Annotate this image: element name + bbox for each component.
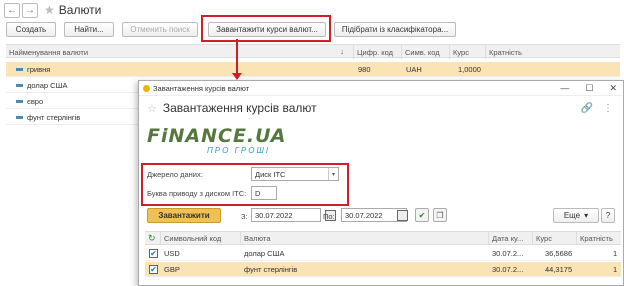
col-digital[interactable]: Цифр. код xyxy=(354,45,402,59)
cell-rate: 36,5686 xyxy=(545,249,573,258)
cell-name: долар США xyxy=(27,80,68,90)
col-date[interactable]: Дата ку... xyxy=(489,232,533,244)
cell-name: фунт стерлінгів xyxy=(27,112,81,122)
source-value: Диск ITC xyxy=(255,169,286,179)
sort-arrow-icon: ↓ xyxy=(340,47,344,56)
load-button[interactable]: Завантажити xyxy=(147,208,221,223)
table-row[interactable]: ✔ GBP фунт стерлінгів 30.07.2... 44,3175… xyxy=(145,262,621,277)
cell-name: гривня xyxy=(27,64,51,74)
copy-icon[interactable]: ❐ xyxy=(433,208,447,222)
from-label: З: xyxy=(241,212,248,221)
highlight-arrow-line xyxy=(236,39,238,75)
calendar-icon[interactable] xyxy=(397,210,408,221)
highlight-arrow-head xyxy=(232,73,242,80)
cell-mult: 1 xyxy=(613,265,618,274)
row-checkbox[interactable]: ✔ xyxy=(149,249,158,258)
col-symbol[interactable]: Симв. код xyxy=(402,45,450,59)
source-label: Джерело даних: xyxy=(147,170,203,179)
forward-button[interactable]: → xyxy=(22,2,38,18)
table-row[interactable]: фунт стерлінгів xyxy=(6,110,138,125)
drive-label: Буква приводу з диском ITC: xyxy=(147,189,247,198)
cancel-search-button[interactable]: Отменить поиск xyxy=(122,22,198,37)
logo-main: FiNANCE.UA xyxy=(147,125,287,147)
more-label: Еще xyxy=(563,211,581,220)
finance-ua-logo: FiNANCE.UA ПРО ГРОШІ xyxy=(147,125,292,157)
currency-icon xyxy=(16,83,23,87)
dialog-titlebar: Завантаження курсів валют — ☐ ✕ xyxy=(139,81,623,96)
cell-currency: фунт стерлінгів xyxy=(244,265,298,274)
chevron-down-icon[interactable]: ▾ xyxy=(328,168,338,180)
pick-classifier-button[interactable]: Підібрати із класифікатора... xyxy=(334,22,456,37)
col-currency[interactable]: Валюта xyxy=(241,232,489,244)
drive-value: D xyxy=(255,188,261,198)
more-button[interactable]: Еще ▾ xyxy=(553,208,599,223)
currency-icon xyxy=(16,99,23,103)
find-button[interactable]: Найти... xyxy=(64,22,114,37)
link-icon[interactable]: 🔗 xyxy=(581,103,593,114)
cell-mult: 1 xyxy=(613,249,618,258)
logo-sub: ПРО ГРОШІ xyxy=(207,146,271,155)
maximize-icon[interactable]: ☐ xyxy=(585,83,593,94)
dialog-heading-text: Завантаження курсів валют xyxy=(162,101,317,115)
currency-icon xyxy=(16,115,23,119)
cell-digital: 980 xyxy=(358,64,371,74)
check-all-button[interactable]: ✔ xyxy=(415,208,429,222)
help-button[interactable]: ? xyxy=(601,208,615,223)
dialog-heading: ☆ Завантаження курсів валют xyxy=(147,101,317,115)
favorite-star-icon[interactable]: ★ xyxy=(44,3,55,17)
rates-table-header: ↻ Символьний код Валюта Дата ку... Курс … xyxy=(145,231,621,245)
cell-currency: долар США xyxy=(244,249,285,258)
table-row[interactable]: долар США xyxy=(6,78,138,93)
to-date-value: 30.07.2022 xyxy=(345,210,383,220)
col-rate[interactable]: Курс xyxy=(533,232,577,244)
to-label: По: xyxy=(323,212,335,221)
minimize-icon[interactable]: — xyxy=(560,83,569,94)
favorite-star-icon[interactable]: ☆ xyxy=(147,102,157,115)
page-title: Валюти xyxy=(58,3,102,17)
col-mult[interactable]: Кратність xyxy=(486,45,546,59)
table-row[interactable]: євро xyxy=(6,94,138,109)
refresh-icon[interactable]: ↻ xyxy=(145,232,161,244)
highlight-box-load-rates xyxy=(201,15,331,42)
close-icon[interactable]: ✕ xyxy=(609,83,617,94)
cell-code: GBP xyxy=(164,265,180,274)
back-button[interactable]: ← xyxy=(4,2,20,18)
col-name[interactable]: Найменування валюти xyxy=(6,45,354,59)
dialog-window-title: Завантаження курсів валют xyxy=(153,83,250,93)
currency-icon xyxy=(16,67,23,71)
table-row[interactable]: ✔ USD долар США 30.07.2... 36,5686 1 xyxy=(145,246,621,261)
cell-rate: 44,3175 xyxy=(545,265,573,274)
source-select[interactable]: Диск ITC ▾ xyxy=(251,167,339,181)
cell-date: 30.07.2... xyxy=(492,265,524,274)
more-icon[interactable]: ⋮ xyxy=(603,103,613,114)
grid-header: Найменування валюти ↓ Цифр. код Симв. ко… xyxy=(6,44,620,59)
from-date-value: 30.07.2022 xyxy=(255,210,293,220)
drive-input[interactable]: D xyxy=(251,186,277,200)
col-rate[interactable]: Курс xyxy=(450,45,486,59)
create-button[interactable]: Создать xyxy=(6,22,56,37)
cell-date: 30.07.2... xyxy=(492,249,524,258)
table-row[interactable]: гривня 980 UAH 1,0000 xyxy=(6,62,620,77)
cell-name: євро xyxy=(27,96,44,106)
coin-icon xyxy=(143,84,150,92)
from-date-input[interactable]: 30.07.2022 xyxy=(251,208,321,222)
chevron-down-icon: ▾ xyxy=(584,211,589,220)
cell-code: USD xyxy=(164,249,180,258)
row-checkbox[interactable]: ✔ xyxy=(149,265,158,274)
cell-symbol: UAH xyxy=(406,64,422,74)
cell-rate: 1,0000 xyxy=(458,64,481,74)
load-rates-dialog: Завантаження курсів валют — ☐ ✕ ☆ Завант… xyxy=(138,80,624,286)
col-code[interactable]: Символьний код xyxy=(161,232,241,244)
col-mult[interactable]: Кратність xyxy=(577,232,621,244)
